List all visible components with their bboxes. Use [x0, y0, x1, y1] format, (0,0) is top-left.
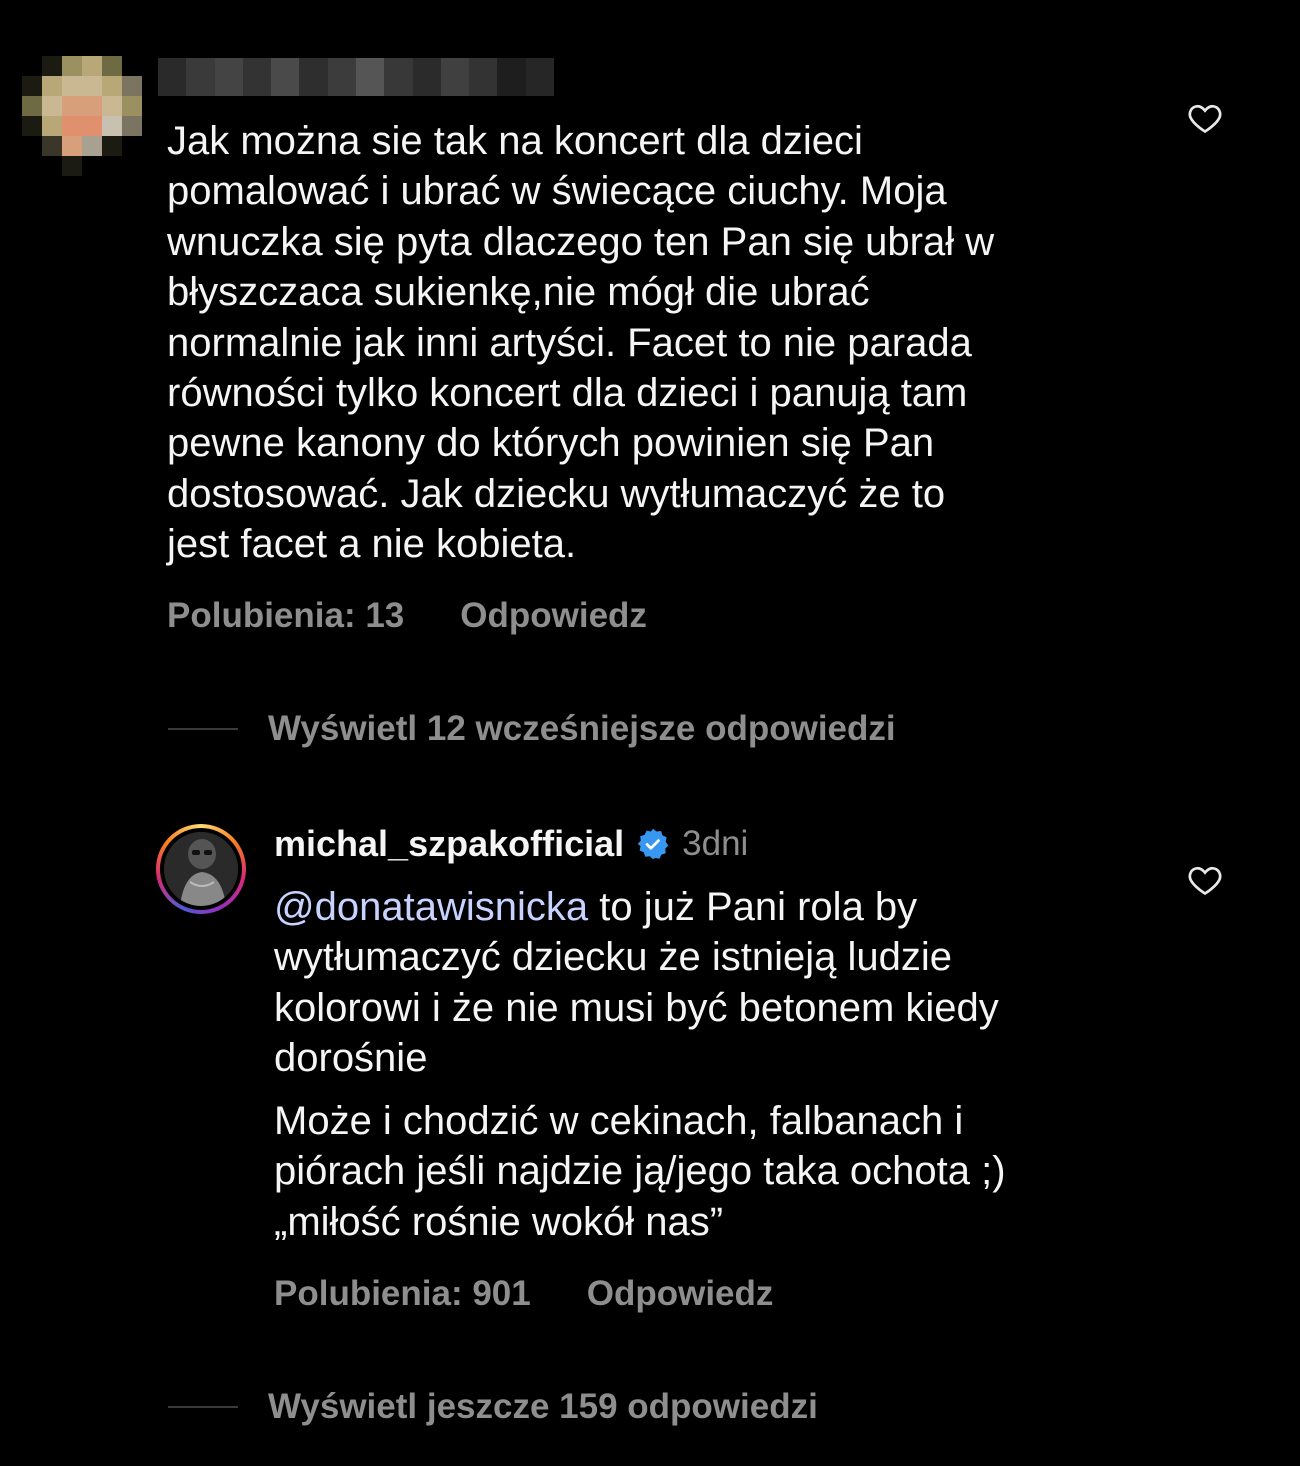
- view-more-replies[interactable]: Wyświetl jeszcze 159 odpowiedzi: [168, 1387, 818, 1427]
- profile-photo: [164, 832, 238, 906]
- divider-line: [168, 1406, 238, 1408]
- mention-link[interactable]: @donatawisnicka: [274, 885, 588, 929]
- view-more-label: Wyświetl jeszcze 159 odpowiedzi: [268, 1387, 818, 1426]
- view-earlier-replies[interactable]: Wyświetl 12 wcześniejsze odpowiedzi: [168, 709, 896, 749]
- username-blurred[interactable]: [158, 58, 554, 96]
- reply-button[interactable]: Odpowiedz: [587, 1274, 774, 1314]
- reply-button[interactable]: Odpowiedz: [460, 596, 647, 636]
- comment-header: michal_szpakofficial 3dni: [274, 823, 748, 865]
- heart-icon[interactable]: [1186, 100, 1224, 136]
- avatar[interactable]: [156, 824, 246, 914]
- heart-icon[interactable]: [1186, 862, 1224, 898]
- likes-count[interactable]: Polubienia: 901: [274, 1274, 531, 1314]
- avatar-blurred[interactable]: [22, 56, 142, 176]
- username[interactable]: michal_szpakofficial: [274, 823, 624, 865]
- divider-line: [168, 728, 238, 730]
- reply-meta: Polubienia: 901 Odpowiedz: [274, 1274, 773, 1314]
- verified-badge-icon: [637, 828, 669, 860]
- reply-text: @donatawisnicka to już Pani rola by wytł…: [274, 882, 1154, 1084]
- timestamp: 3dni: [682, 824, 749, 863]
- comment-text: Jak można sie tak na koncert dla dzieci …: [167, 119, 995, 567]
- reply-text-second: Może i chodzić w cekinach, falbanach i p…: [274, 1099, 1006, 1244]
- comment-meta: Polubienia: 13 Odpowiedz: [167, 596, 647, 636]
- view-earlier-label: Wyświetl 12 wcześniejsze odpowiedzi: [268, 709, 896, 748]
- likes-count[interactable]: Polubienia: 13: [167, 596, 404, 636]
